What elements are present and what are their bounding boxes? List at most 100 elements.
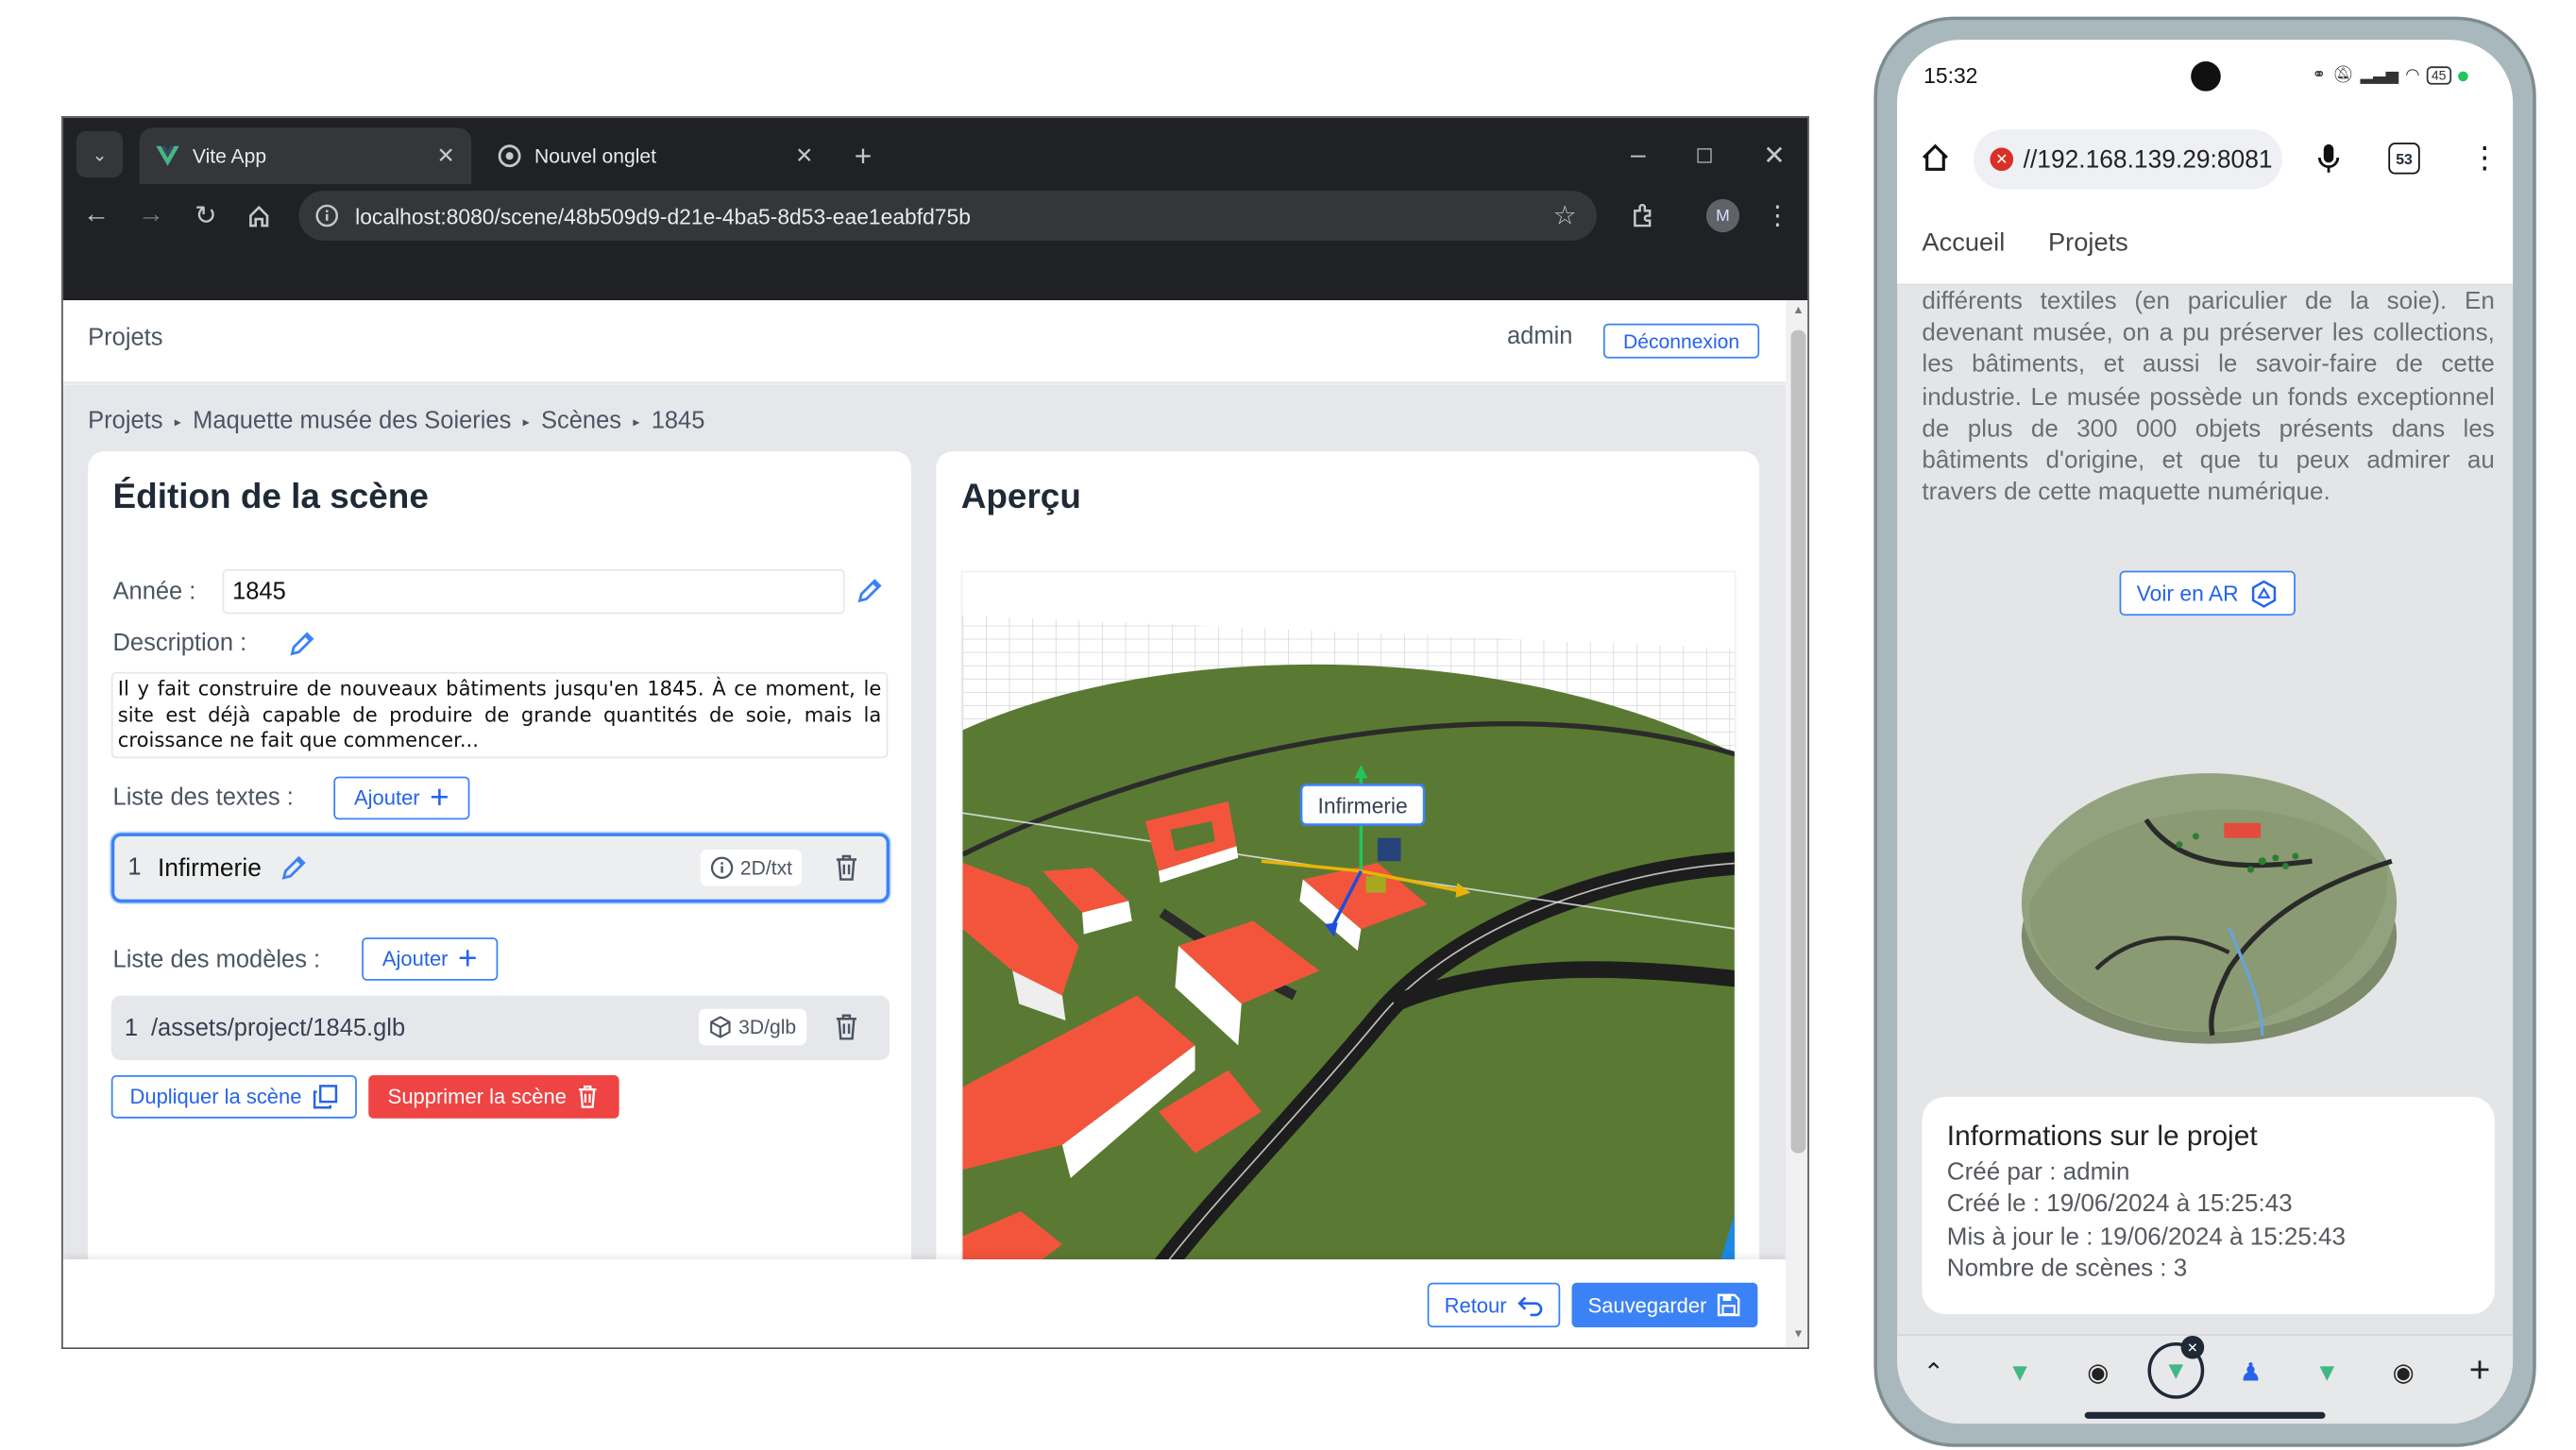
page-scrollbar[interactable]: ▲ ▼	[1786, 300, 1808, 1348]
back-icon[interactable]: ←	[73, 193, 119, 239]
menu-kebab-icon[interactable]: ⋮	[1754, 193, 1801, 239]
edit-year-pencil-icon[interactable]	[855, 576, 885, 606]
address-bar[interactable]: localhost:8080/scene/48b509d9-d21e-4ba5-…	[298, 191, 1597, 241]
text-item-value[interactable]: Infirmerie	[158, 853, 262, 882]
info-updated-at: Mis à jour le : 19/06/2024 à 15:25:43	[1946, 1223, 2347, 1251]
info-icon	[710, 856, 734, 879]
scene-edit-card: Édition de la scène Année : 1845 Descrip…	[88, 451, 911, 1281]
tab-new-tab[interactable]: Nouvel onglet ✕	[482, 127, 830, 184]
edit-text-pencil-icon[interactable]	[278, 852, 308, 883]
phone-home-icon[interactable]	[1921, 143, 1951, 173]
chrome-icon	[498, 144, 521, 168]
plus-icon: +	[458, 940, 478, 978]
view-in-ar-label: Voir en AR	[2136, 581, 2239, 606]
breadcrumb-item-current: 1845	[651, 408, 705, 435]
site-info-icon[interactable]	[315, 204, 339, 228]
forward-icon[interactable]: →	[127, 193, 174, 239]
maximize-button[interactable]: ☐	[1682, 133, 1728, 179]
close-active-tab-icon[interactable]: ✕	[2180, 1335, 2205, 1359]
copy-icon	[313, 1085, 337, 1109]
model-type-badge: 3D/glb	[698, 1008, 806, 1046]
main-content: Projets ▸ Maquette musée des Soieries ▸ …	[62, 384, 1787, 1281]
view-in-ar-button[interactable]: Voir en AR	[2119, 570, 2296, 616]
texts-list-label: Liste des textes :	[112, 784, 294, 812]
project-info-card: Informations sur le projet Créé par : ad…	[1922, 1096, 2495, 1315]
url-text: localhost:8080/scene/48b509d9-d21e-4ba5-…	[355, 203, 971, 228]
app-header: Projets admin Déconnexion	[62, 300, 1787, 384]
add-text-button[interactable]: Ajouter +	[333, 776, 470, 820]
scrollbar-thumb[interactable]	[1790, 329, 1806, 1154]
breadcrumb-item-projects[interactable]: Projets	[88, 408, 162, 434]
close-tab-icon[interactable]: ✕	[436, 143, 454, 169]
chevron-up-icon[interactable]: ⌃	[1917, 1356, 1950, 1389]
tab-vite-app[interactable]: Vite App ✕	[139, 127, 472, 185]
phone-address-bar[interactable]: ✕ //192.168.139.29:8081	[1973, 129, 2282, 190]
text-item-index: 1	[127, 854, 142, 882]
reload-icon[interactable]: ↻	[182, 193, 229, 239]
tab-title: Nouvel onglet	[534, 143, 656, 168]
logout-button[interactable]: Déconnexion	[1602, 323, 1760, 359]
person-tab-icon[interactable]: ♟	[2234, 1356, 2267, 1389]
phone-menu-icon[interactable]: ⋮	[2469, 141, 2500, 176]
model-item-index: 1	[124, 1014, 139, 1041]
year-label: Année :	[112, 579, 196, 606]
mute-icon: 🔕︎	[2332, 66, 2354, 85]
phone-screen: 15:32 ⚭ 🔕︎ ▂▃▅ ◠ 45 ✕ //192.168.139.29:8…	[1897, 40, 2514, 1425]
home-icon[interactable]	[236, 193, 282, 239]
profile-avatar[interactable]: M	[1700, 193, 1746, 239]
duplicate-scene-button[interactable]: Dupliquer la scène	[110, 1074, 357, 1119]
delete-scene-label: Supprimer la scène	[387, 1085, 567, 1109]
plus-icon: +	[430, 780, 449, 817]
microphone-icon[interactable]	[2317, 143, 2341, 176]
duplicate-scene-label: Dupliquer la scène	[129, 1085, 302, 1109]
3d-model-preview[interactable]	[2013, 770, 2405, 1053]
models-list-label: Liste des modèles :	[112, 947, 321, 974]
bookmark-star-icon[interactable]: ☆	[1553, 199, 1577, 232]
add-model-button[interactable]: Ajouter +	[362, 937, 499, 981]
add-model-label: Ajouter	[381, 947, 449, 971]
new-tab-plus-icon[interactable]: +	[2462, 1349, 2499, 1391]
3d-viewport[interactable]: Infirmerie	[960, 570, 1737, 1268]
nav-projects-link[interactable]: Projets	[88, 326, 162, 352]
scroll-down-icon[interactable]: ▼	[1792, 1329, 1804, 1340]
status-time: 15:32	[1924, 62, 1978, 89]
breadcrumb-item-scenes[interactable]: Scènes	[541, 408, 621, 434]
breadcrumb-item-project[interactable]: Maquette musée des Soieries	[193, 408, 511, 434]
save-button[interactable]: Sauvegarder	[1571, 1282, 1758, 1328]
text-type-badge: 2D/txt	[700, 849, 803, 886]
new-tab-button[interactable]: +	[839, 133, 886, 179]
back-button[interactable]: Retour	[1427, 1282, 1561, 1328]
minimize-button[interactable]: –	[1615, 133, 1661, 179]
trash-icon	[579, 1085, 598, 1108]
phone-url: //192.168.139.29:8081	[2023, 144, 2273, 174]
preview-card-title: Aperçu	[960, 478, 1081, 516]
not-secure-icon[interactable]: ✕	[1990, 147, 2014, 172]
page-footer: Retour Sauvegarder	[62, 1259, 1787, 1348]
close-window-button[interactable]: ✕	[1751, 133, 1797, 179]
edit-description-pencil-icon[interactable]	[287, 629, 317, 659]
model-type-label: 3D/glb	[738, 1015, 797, 1039]
vue-tab-icon[interactable]: ▼	[2004, 1356, 2037, 1389]
description-label: Description :	[112, 630, 247, 658]
tab-search-button[interactable]: ⌄	[76, 130, 124, 178]
cube-icon	[710, 1016, 731, 1038]
close-tab-icon[interactable]: ✕	[795, 143, 813, 169]
vue-tab-icon-2[interactable]: ▼	[2311, 1356, 2344, 1389]
extensions-icon[interactable]	[1620, 193, 1667, 239]
scroll-up-icon[interactable]: ▲	[1792, 305, 1804, 316]
globe-tab-icon-2[interactable]: ◉	[2387, 1356, 2420, 1389]
year-input[interactable]: 1845	[222, 568, 845, 615]
3d-scene[interactable]: Infirmerie	[962, 572, 1736, 1267]
tab-count-button[interactable]: 53	[2388, 143, 2420, 175]
description-textarea[interactable]: Il y fait construire de nouveaux bâtimen…	[110, 671, 889, 759]
delete-model-trash-icon[interactable]	[833, 1012, 859, 1042]
phone-nav-home[interactable]: Accueil	[1922, 229, 2005, 260]
phone-nav-projects[interactable]: Projets	[2048, 229, 2128, 260]
floppy-disk-icon	[1718, 1293, 1740, 1317]
phone-app-nav: Accueil Projets	[1897, 205, 2514, 286]
tab-title: Vite App	[192, 143, 267, 168]
delete-text-trash-icon[interactable]	[833, 852, 859, 883]
delete-scene-button[interactable]: Supprimer la scène	[368, 1074, 619, 1119]
project-description: différents textiles (en pariculier de la…	[1922, 288, 2495, 507]
globe-tab-icon[interactable]: ◉	[2081, 1356, 2114, 1389]
